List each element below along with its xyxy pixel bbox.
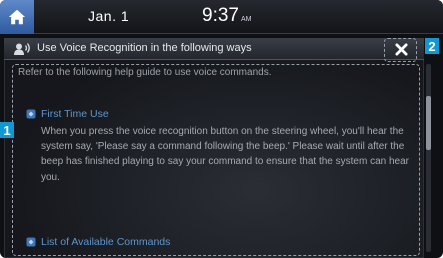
callout-badge-1: 1	[0, 122, 14, 138]
scrollbar-thumb[interactable]	[426, 96, 431, 150]
status-ampm: AM	[240, 16, 252, 23]
scrollbar-track[interactable]	[426, 64, 431, 252]
voice-recognition-icon	[14, 43, 30, 55]
home-icon	[8, 9, 26, 25]
callout-frame-content	[12, 64, 420, 256]
infotainment-screen: Jan. 1 9:37 AM Use Voice Recognition in t…	[0, 0, 443, 258]
status-date: Jan. 1	[88, 8, 130, 24]
status-time-value: 9:37	[202, 5, 239, 26]
popup-header: Use Voice Recognition in the following w…	[4, 38, 424, 60]
callout-badge-2: 2	[425, 38, 439, 54]
status-bar: Jan. 1 9:37 AM	[0, 0, 443, 34]
status-time: 9:37 AM	[202, 5, 251, 27]
callout-frame-close	[384, 38, 417, 62]
popup-title: Use Voice Recognition in the following w…	[37, 42, 252, 54]
home-button[interactable]	[0, 0, 34, 34]
